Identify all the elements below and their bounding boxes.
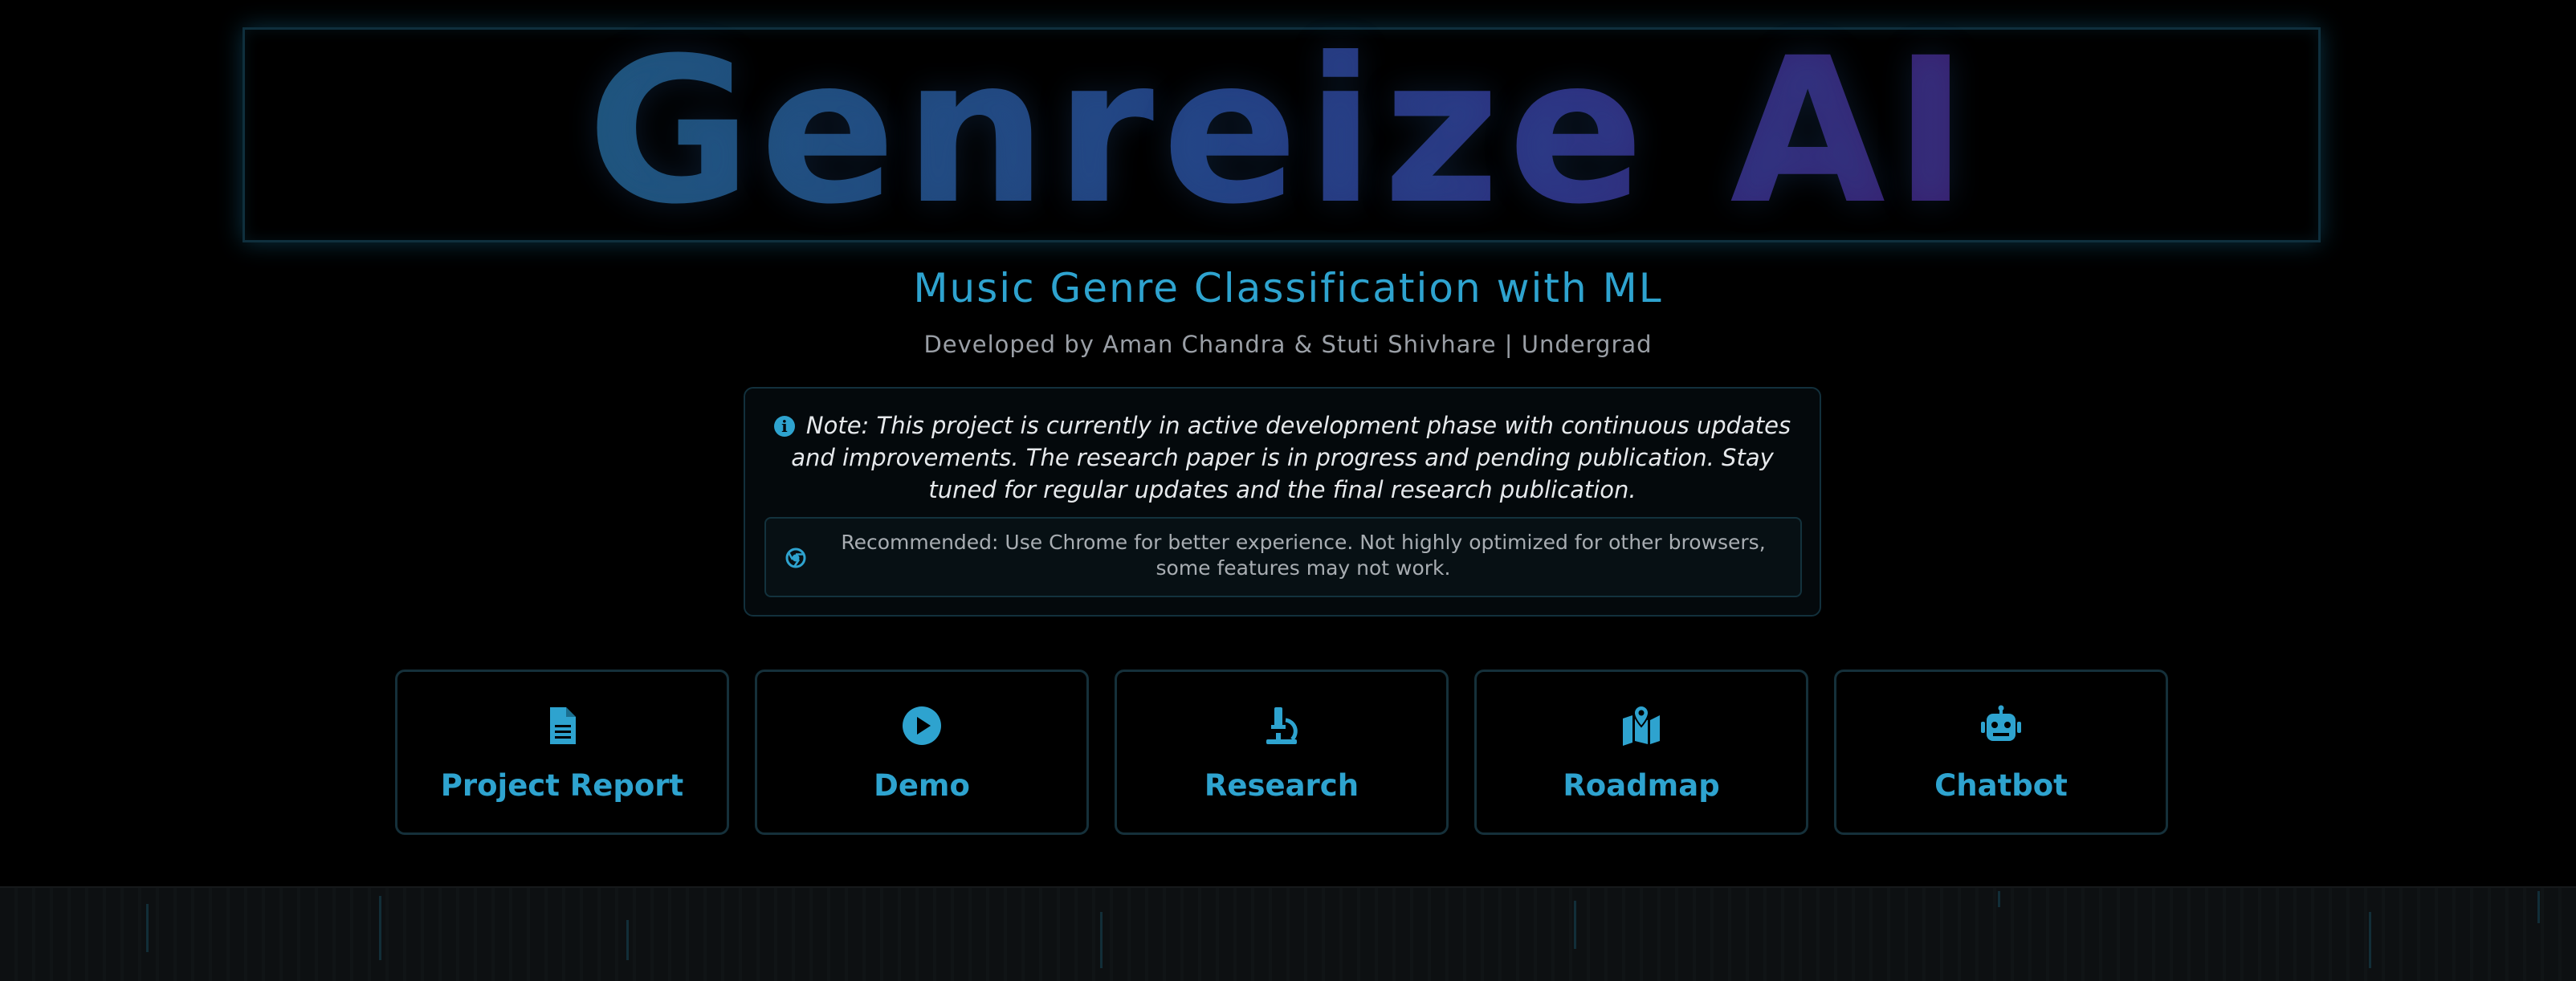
nav-card-research[interactable]: Research xyxy=(1115,670,1449,835)
chrome-icon xyxy=(785,547,806,568)
nav-card-label: Project Report xyxy=(440,768,684,803)
browser-recommendation: Recommended: Use Chrome for better exper… xyxy=(764,517,1802,597)
nav-cards: Project Report Demo Research Roadmap Cha… xyxy=(395,670,2168,835)
note-text-block: i Note: This project is currently in acti… xyxy=(763,409,1802,506)
nav-card-label: Chatbot xyxy=(1934,768,2068,803)
decorative-line xyxy=(1574,901,1576,949)
nav-card-label: Demo xyxy=(874,768,970,803)
nav-card-chatbot[interactable]: Chatbot xyxy=(1834,670,2168,835)
footer-strip xyxy=(0,886,2576,981)
robot-icon xyxy=(1981,705,2021,741)
decorative-line xyxy=(2369,912,2371,968)
nav-card-project-report[interactable]: Project Report xyxy=(395,670,729,835)
decorative-line xyxy=(2537,891,2540,923)
page: Genreize AI Music Genre Classification w… xyxy=(0,0,2576,981)
app-title: Genreize AI xyxy=(587,14,1976,248)
note-panel: i Note: This project is currently in acti… xyxy=(744,387,1821,617)
decorative-line xyxy=(1100,912,1103,968)
decorative-line xyxy=(146,904,149,952)
note-text: Note: This project is currently in activ… xyxy=(791,412,1791,503)
play-circle-icon xyxy=(903,706,941,745)
nav-card-label: Research xyxy=(1204,768,1359,803)
page-subtitle: Music Genre Classification with ML xyxy=(913,265,1663,311)
nav-card-demo[interactable]: Demo xyxy=(755,670,1089,835)
nav-card-roadmap[interactable]: Roadmap xyxy=(1474,670,1808,835)
nav-card-label: Roadmap xyxy=(1563,768,1720,803)
microscope-icon xyxy=(1266,707,1298,744)
decorative-line xyxy=(379,896,381,960)
info-circle-icon: i xyxy=(773,416,795,437)
map-pin-icon xyxy=(1623,704,1660,746)
decorative-line xyxy=(626,920,629,960)
title-banner: Genreize AI xyxy=(243,27,2321,242)
credits-text: Developed by Aman Chandra & Stuti Shivha… xyxy=(923,331,1653,358)
recommendation-text: Recommended: Use Chrome for better exper… xyxy=(841,531,1766,580)
decorative-line xyxy=(1998,891,2000,907)
file-document-icon xyxy=(550,707,576,744)
